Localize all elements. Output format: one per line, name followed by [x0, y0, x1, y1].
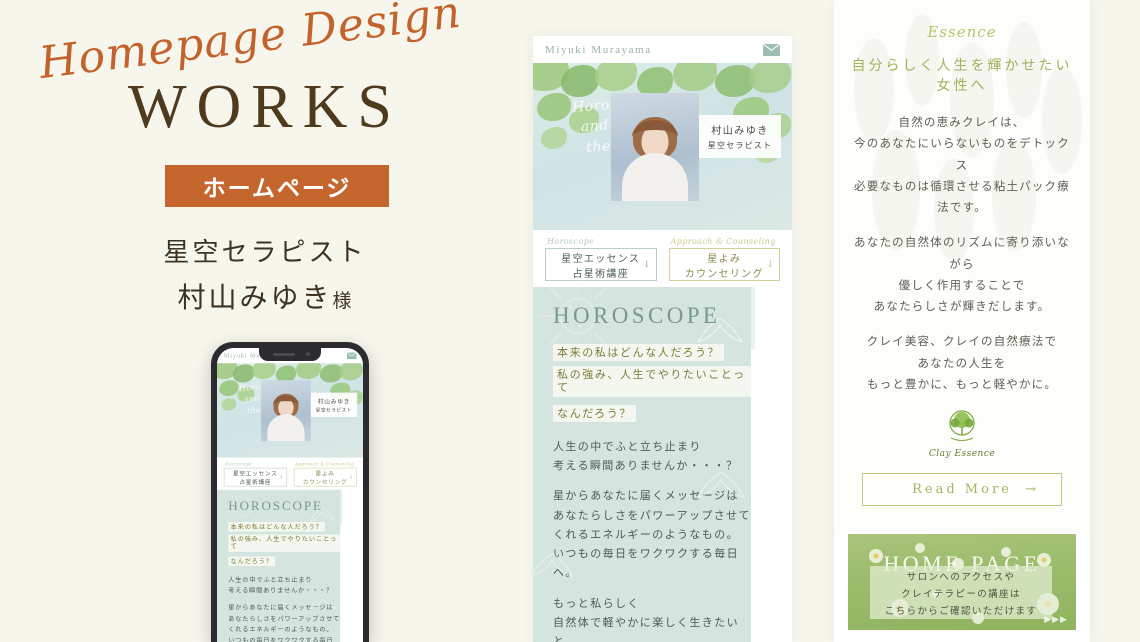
- screenshot-root: Homepage Design WORKS ホームページ 星空セラピスト 村山み…: [0, 0, 1140, 642]
- right-site-preview: Essence 自分らしく人生を輝かせたい女性へ 自然の恵みクレイは、 今のあな…: [834, 0, 1090, 642]
- portrait-photo: [611, 93, 699, 201]
- client-honorific: 様: [332, 290, 353, 312]
- essence-script: Essence: [927, 23, 997, 41]
- tree-logo-icon: [949, 410, 975, 442]
- clay-essence-logo: Clay Essence: [848, 409, 1076, 459]
- client-role: 星空セラピスト: [163, 238, 367, 268]
- phone-notch: [259, 348, 321, 361]
- phone-speaker-icon: [273, 353, 295, 356]
- left-panel: Homepage Design WORKS ホームページ 星空セラピスト 村山み…: [0, 0, 530, 642]
- mail-icon[interactable]: [763, 43, 780, 56]
- site-header: Miyuki Murayama: [533, 36, 792, 63]
- wings-icon: [309, 594, 337, 610]
- home-page-banner[interactable]: HOME PAGE サロンへのアクセスや クレイテラピーの講座は こちらからご確…: [848, 534, 1076, 631]
- horoscope-section: HOROSCOPE 本来の私はどんな人だろう？ 私の強み、人生でやりたいことって…: [533, 276, 792, 642]
- site-mock-desktop: Miyuki Murayama Horoscope and Clay thera…: [533, 36, 792, 642]
- hero-phone: Horoscope and Clay therapy 村山みゆき 星空セラピスト: [217, 363, 363, 458]
- down-arrow-icon: ↓: [348, 474, 354, 480]
- wings-icon: [533, 553, 574, 577]
- wings-icon: [225, 640, 231, 642]
- client-name-line: 村山みゆき様: [0, 276, 530, 316]
- nav-eyebrow-horoscope: Horoscope: [547, 237, 595, 246]
- phone-screen-content: Miyuki Murayama and 村山みゆき 星空セラピスト Horosc…: [217, 348, 363, 642]
- horoscope-section-phone: HOROSCOPE 本来の私はどんな人だろう？ 私の強み、人生でやりたいことって…: [217, 483, 363, 642]
- hero-name-card: 村山みゆき 星空セラピスト: [699, 115, 781, 158]
- nav-eyebrow-counseling: Approach & Counseling: [670, 237, 776, 246]
- down-arrow-icon: ↓: [642, 259, 651, 270]
- essence-section: Essence 自分らしく人生を輝かせたい女性へ 自然の恵みクレイは、 今のあな…: [834, 0, 1090, 535]
- phone-mockup: Miyuki Murayama and 村山みゆき 星空セラピスト Horosc…: [211, 342, 369, 642]
- hero-card-role: 星空セラピスト: [707, 141, 773, 150]
- phone-screen-frame: Miyuki Murayama and 村山みゆき 星空セラピスト Horosc…: [217, 348, 363, 642]
- horoscope-title-phone: HOROSCOPE: [228, 498, 323, 513]
- hero-card-name: 村山みゆき: [711, 126, 769, 137]
- down-arrow-icon: ↓: [766, 259, 774, 270]
- nav-item-counseling[interactable]: Approach & Counseling 星よみ カウンセリング ↓: [668, 237, 780, 287]
- client-name: 村山みゆき: [177, 281, 333, 314]
- nav-item-counseling-phone[interactable]: Approach & Counseling 星よみ カウンセリング ↓: [293, 462, 357, 490]
- essence-paragraph: あなたの自然体のリズムに寄り添いながら 優しく作用することで あなたらしさが輝き…: [854, 235, 1070, 314]
- down-arrow-icon: ↓: [279, 474, 284, 480]
- hero-name-card-phone: 村山みゆき 星空セラピスト: [310, 392, 358, 417]
- mail-icon[interactable]: [346, 352, 357, 360]
- read-more-label: Read More: [912, 482, 1012, 498]
- highlight-line: なんだろう？: [553, 404, 636, 422]
- phone-camera-icon: [306, 352, 310, 356]
- highlight-line: 私の強み、人生でやりたいことって: [553, 366, 751, 397]
- arrow-right-icon: →: [1025, 482, 1039, 498]
- wings-icon: [696, 471, 746, 499]
- hero-banner: Horoscope and Clay therapy 村山みゆき 星空セラピスト: [533, 63, 792, 230]
- category-badge: ホームページ: [165, 165, 389, 207]
- essence-paragraph: クレイ美容、クレイの自然療法で あなたの人生を もっと豊かに、もっと軽やかに。: [866, 334, 1058, 391]
- essence-paragraph: 自然の恵みクレイは、 今のあなたにいらないものをデトックス 必要なものは循環させ…: [854, 115, 1070, 215]
- site-mock-phone: Miyuki Murayama and 村山みゆき 星空セラピスト Horosc…: [217, 348, 363, 642]
- horoscope-paragraph: もっと私らしく 自然体で軽やかに楽しく生きたいと 思っているあなたへ。 星からの…: [553, 596, 739, 642]
- horoscope-title: HOROSCOPE: [553, 303, 721, 328]
- portrait-photo-phone: [261, 380, 311, 442]
- logo-name: Clay Essence: [928, 449, 996, 460]
- essence-heading: 自分らしく人生を輝かせたい女性へ: [851, 58, 1073, 94]
- page-title: WORKS: [128, 73, 402, 141]
- middle-site-preview: Miyuki Murayama Horoscope and Clay thera…: [533, 36, 792, 642]
- read-more-button[interactable]: Read More →: [862, 473, 1062, 507]
- site-brand: Miyuki Murayama: [545, 43, 652, 56]
- arrows-icon: ▶▶▶: [1044, 614, 1068, 625]
- home-page-card: サロンへのアクセスや クレイテラピーの講座は こちらからご確認いただけます: [870, 566, 1052, 620]
